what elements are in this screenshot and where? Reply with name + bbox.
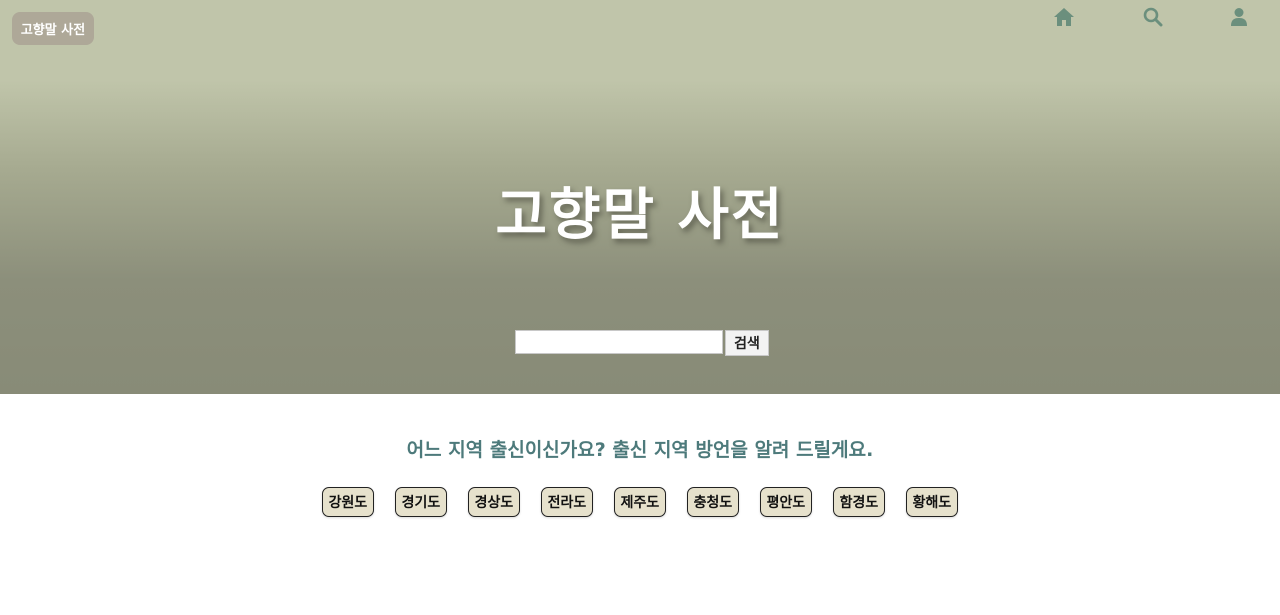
nav-home-button[interactable] [1053, 6, 1075, 28]
region-button-pyeongan[interactable]: 평안도 [760, 487, 812, 517]
region-button-hamgyeong[interactable]: 함경도 [833, 487, 885, 517]
region-button-gangwon[interactable]: 강원도 [322, 487, 374, 517]
region-button-chungcheong[interactable]: 충청도 [687, 487, 739, 517]
region-button-jeju[interactable]: 제주도 [614, 487, 666, 517]
search-icon [1143, 7, 1163, 27]
region-question: 어느 지역 출신이신가요? 출신 지역 방언을 알려 드릴게요. [406, 439, 874, 461]
region-button-list: 강원도 경기도 경상도 전라도 제주도 충청도 평안도 함경도 황해도 [322, 487, 958, 517]
search-bar: 검색 [515, 330, 769, 356]
search-button[interactable]: 검색 [725, 330, 769, 356]
region-button-gyeonggi[interactable]: 경기도 [395, 487, 447, 517]
page-title: 고향말 사전 [495, 182, 785, 248]
hero-banner: 고향말 사전 고향말 사전 검색 [0, 0, 1280, 394]
region-button-jeolla[interactable]: 전라도 [541, 487, 593, 517]
home-icon [1054, 8, 1074, 26]
region-button-hwanghae[interactable]: 황해도 [906, 487, 958, 517]
region-button-gyeongsang[interactable]: 경상도 [468, 487, 520, 517]
nav-search-button[interactable] [1142, 6, 1164, 28]
logo-button[interactable]: 고향말 사전 [12, 12, 94, 45]
nav-user-button[interactable] [1228, 6, 1250, 28]
user-icon [1231, 8, 1247, 26]
search-input[interactable] [515, 330, 723, 354]
